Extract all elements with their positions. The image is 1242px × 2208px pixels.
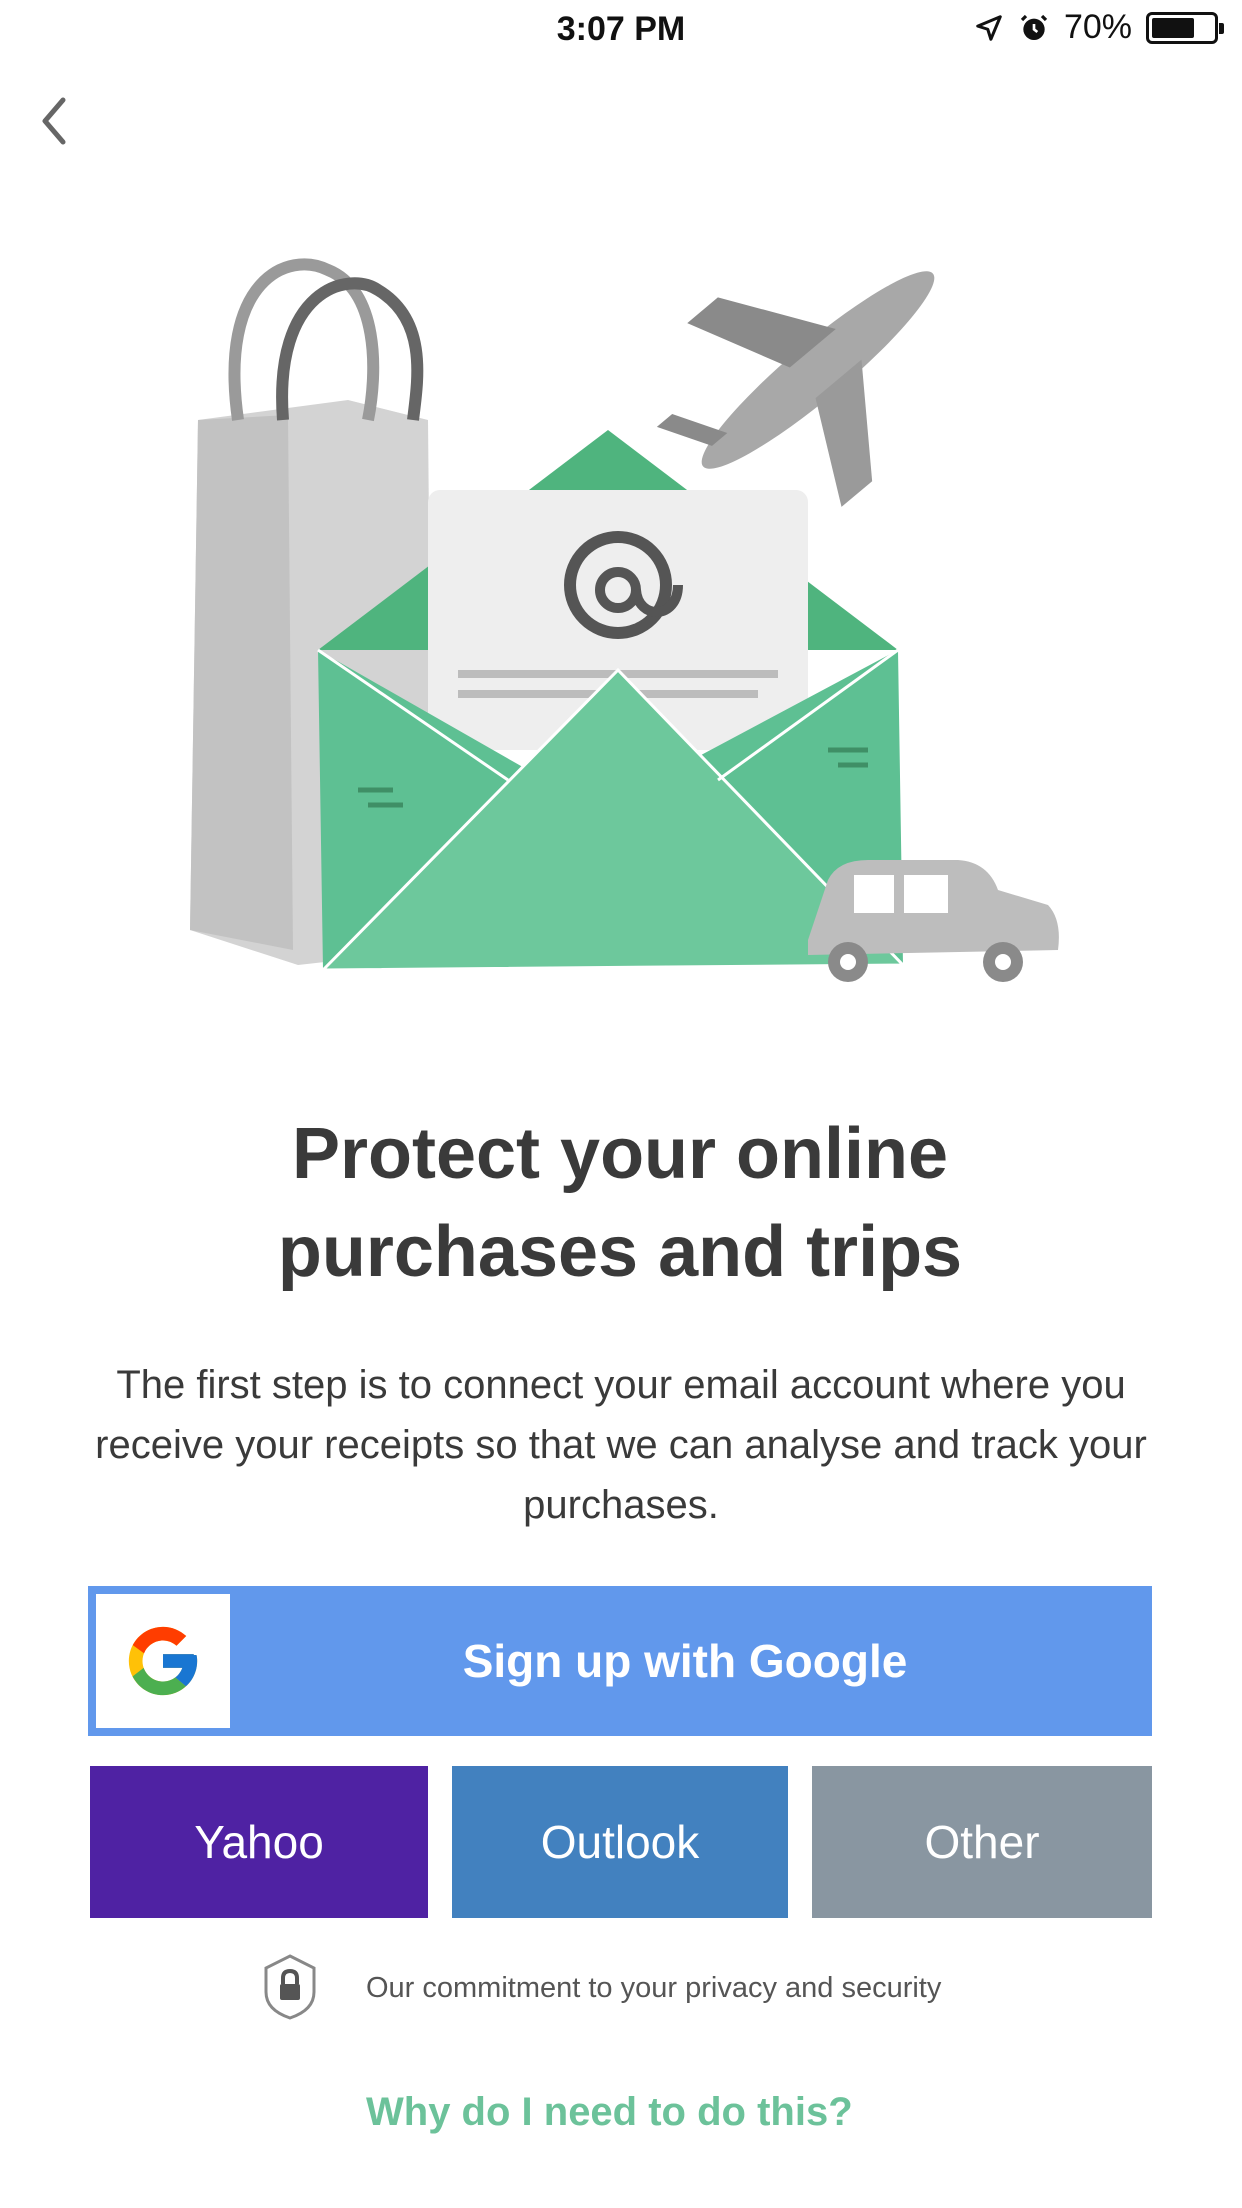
outlook-button[interactable]: Outlook <box>452 1766 788 1918</box>
battery-icon <box>1146 11 1224 44</box>
back-button[interactable] <box>36 92 72 150</box>
google-signup-button[interactable]: Sign up with Google <box>88 1586 1152 1736</box>
alarm-icon <box>1020 14 1048 40</box>
other-button-label: Other <box>924 1816 1040 1868</box>
page-title: Protect your online purchases and trips <box>277 1114 963 1292</box>
car-icon <box>808 860 1059 982</box>
location-arrow-icon <box>976 14 1002 41</box>
hero-illustration <box>190 258 1059 982</box>
google-logo-icon <box>128 1626 198 1696</box>
privacy-commitment-link[interactable]: Our commitment to your privacy and secur… <box>366 1972 941 2005</box>
other-button[interactable]: Other <box>812 1766 1152 1918</box>
status-right-icons: 70% <box>974 8 1224 47</box>
page-description: The first step is to connect your email … <box>95 1363 1147 1527</box>
google-logo-box <box>88 1586 238 1736</box>
why-link[interactable]: Why do I need to do this? <box>366 2090 853 2135</box>
yahoo-button[interactable]: Yahoo <box>90 1766 428 1918</box>
battery-percentage: 70% <box>1063 8 1132 46</box>
yahoo-button-label: Yahoo <box>194 1816 324 1868</box>
outlook-button-label: Outlook <box>540 1816 700 1868</box>
status-bar: 3:07 PM 70% <box>0 0 1242 60</box>
google-signup-label: Sign up with Google <box>462 1635 908 1687</box>
chevron-left-icon <box>42 97 66 145</box>
shield-lock-icon <box>264 1954 316 2020</box>
